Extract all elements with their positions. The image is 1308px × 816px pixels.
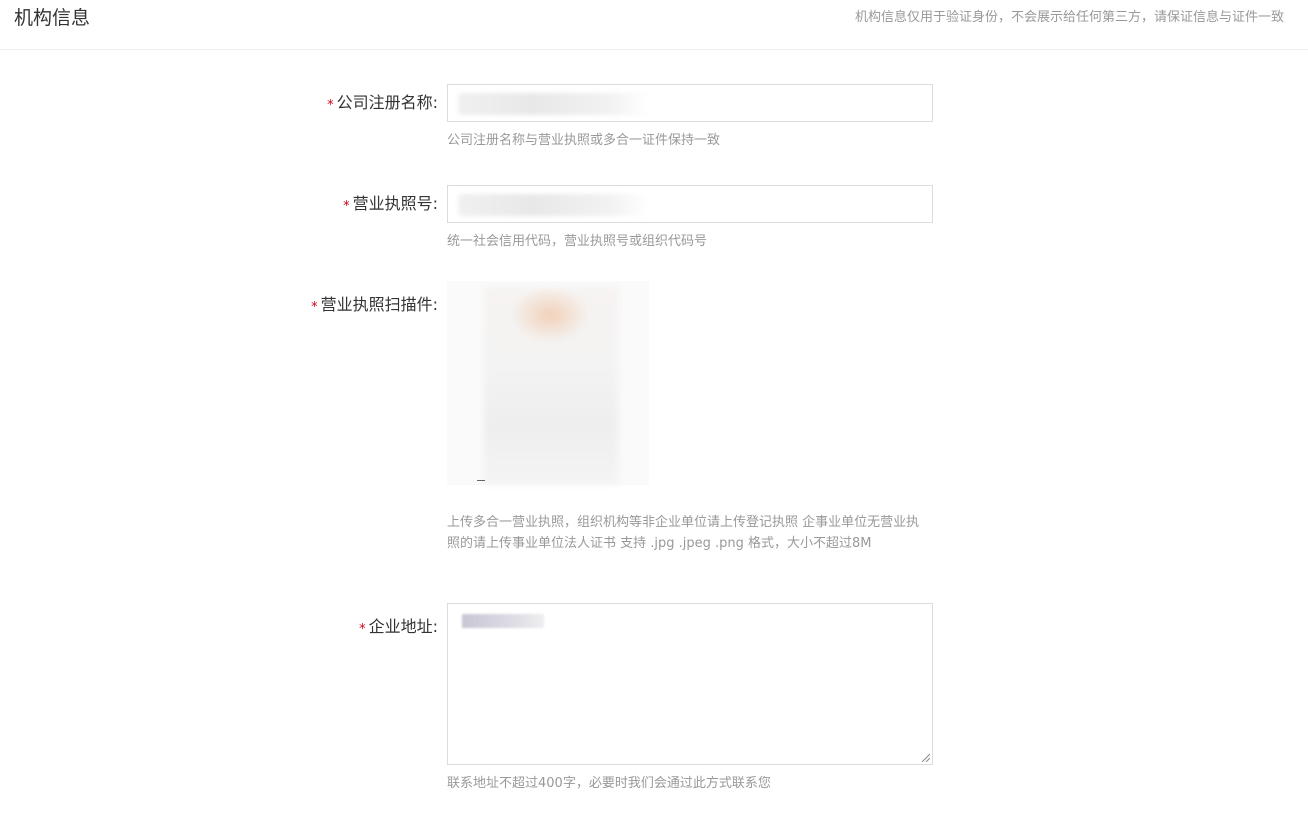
address-textarea[interactable] — [447, 603, 933, 765]
required-mark: * — [311, 300, 318, 315]
company-name-label-text: 公司注册名称: — [336, 93, 438, 112]
required-mark: * — [343, 199, 350, 214]
address-label-text: 企业地址: — [368, 617, 438, 636]
privacy-note: 机构信息仅用于验证身份，不会展示给任何第三方，请保证信息与证件一致 — [854, 10, 1284, 25]
license-number-hint: 统一社会信用代码，营业执照号或组织代码号 — [447, 234, 708, 249]
page-title: 机构信息 — [14, 7, 91, 29]
upload-indicator — [477, 480, 485, 481]
company-name-hint: 公司注册名称与营业执照或多合一证件保持一致 — [447, 133, 721, 148]
license-scan-hint: 上传多合一营业执照，组织机构等非企业单位请上传登记执照 企事业单位无营业执照的请… — [447, 515, 920, 551]
address-label: * 企业地址: — [359, 616, 438, 640]
license-number-label-text: 营业执照号: — [352, 194, 438, 213]
license-number-input[interactable] — [447, 185, 933, 223]
license-scan-label-text: 营业执照扫描件: — [320, 295, 438, 314]
resize-handle-icon[interactable] — [920, 752, 930, 762]
required-mark: * — [327, 98, 334, 113]
address-value-blurred — [462, 614, 544, 628]
license-scan-image — [484, 287, 618, 485]
license-upload-area[interactable] — [447, 281, 649, 485]
address-hint: 联系地址不超过400字，必要时我们会通过此方式联系您 — [447, 776, 771, 791]
company-name-label: * 公司注册名称: — [327, 92, 438, 116]
required-mark: * — [359, 622, 366, 637]
license-number-value-blurred — [458, 194, 648, 216]
company-name-input[interactable] — [447, 84, 933, 122]
company-name-value-blurred — [458, 93, 648, 115]
license-number-label: * 营业执照号: — [343, 193, 438, 217]
license-scan-label: * 营业执照扫描件: — [311, 294, 438, 318]
page-header: 机构信息 机构信息仅用于验证身份，不会展示给任何第三方，请保证信息与证件一致 — [0, 0, 1308, 50]
